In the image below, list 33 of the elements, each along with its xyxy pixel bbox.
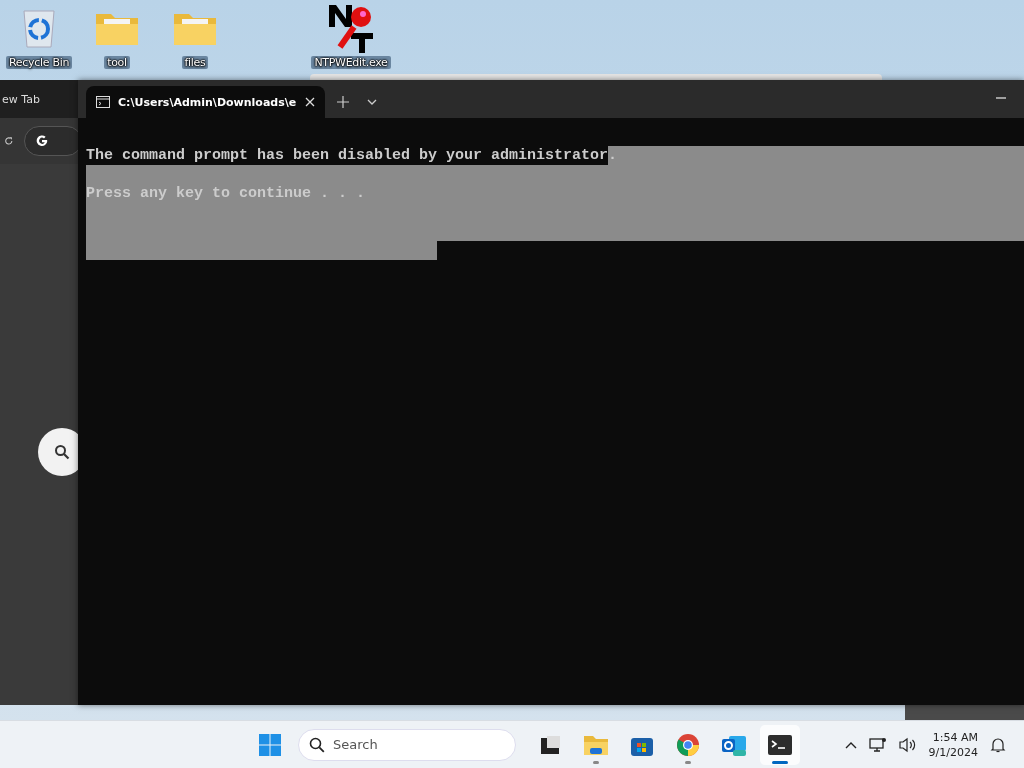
chevron-down-icon[interactable] bbox=[367, 99, 377, 105]
running-indicator bbox=[772, 760, 788, 764]
plus-icon[interactable] bbox=[337, 96, 349, 108]
chevron-up-icon[interactable] bbox=[844, 740, 857, 749]
terminal-icon bbox=[767, 733, 793, 756]
running-indicator bbox=[593, 760, 599, 764]
console-text: Press any key to continue . . . bbox=[86, 185, 366, 202]
taskbar-app-button[interactable] bbox=[760, 724, 800, 765]
folder-icon bbox=[583, 733, 609, 756]
volume-icon[interactable] bbox=[898, 736, 917, 753]
key-logo-icon bbox=[326, 3, 376, 53]
desktop-icon-label[interactable]: tool bbox=[104, 56, 130, 69]
reload-icon[interactable] bbox=[4, 134, 14, 148]
search-field[interactable]: Search bbox=[298, 728, 516, 761]
search-icon bbox=[309, 736, 325, 753]
google-g-icon bbox=[34, 134, 49, 148]
windows-logo-icon bbox=[259, 733, 281, 756]
minimize-icon bbox=[996, 97, 1006, 99]
desktop-icon-label[interactable]: Recycle Bin bbox=[5, 56, 73, 69]
console-icon bbox=[96, 96, 110, 108]
network-icon[interactable] bbox=[868, 736, 887, 753]
desktop-icon-label[interactable]: NTPWEdit.exe bbox=[311, 56, 391, 69]
search-icon bbox=[54, 444, 70, 460]
terminal-tab[interactable]: C:\Users\Admin\Downloads\e bbox=[86, 86, 325, 118]
clock-date[interactable]: 9/1/2024 bbox=[928, 744, 978, 760]
bell-icon[interactable] bbox=[990, 736, 1006, 753]
clock-time[interactable]: 1:54 AM bbox=[932, 729, 978, 745]
browser-tab[interactable]: ew Tab bbox=[2, 92, 40, 106]
recycle-bin-icon bbox=[20, 7, 58, 49]
window-icon bbox=[539, 733, 561, 756]
close-icon[interactable] bbox=[305, 97, 315, 107]
chrome-icon bbox=[676, 732, 700, 757]
running-indicator bbox=[685, 760, 691, 764]
